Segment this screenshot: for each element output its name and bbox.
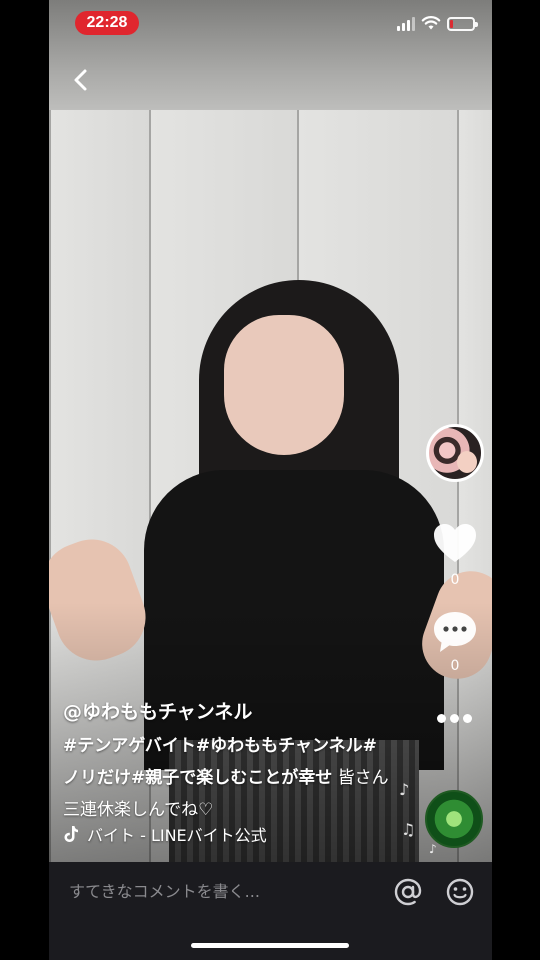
cellular-signal-icon — [397, 17, 417, 31]
author-avatar[interactable] — [426, 424, 484, 482]
comment-input[interactable]: すてきなコメントを書く... — [69, 878, 369, 906]
avatar-face — [457, 451, 477, 473]
comment-count: 0 — [450, 658, 460, 674]
ellipsis-icon[interactable] — [437, 706, 473, 730]
status-bar: 22:28 — [49, 0, 492, 44]
at-sign-icon[interactable] — [393, 877, 423, 907]
music-note-icon: ♪ — [399, 780, 410, 799]
song-link[interactable]: バイト - LINEバイト公式 — [63, 822, 267, 846]
speech-bubble-icon[interactable] — [431, 608, 479, 656]
song-title: バイト - LINEバイト公式 — [87, 826, 267, 845]
chevron-left-icon[interactable] — [67, 66, 95, 94]
wifi-icon — [421, 16, 441, 30]
status-time: 22:28 — [75, 11, 139, 35]
phone-screen: 22:28 0 0 ♪ ♫ ♪ @ゆわももチャンネル #テンアゲバイト#ゆわもも… — [49, 0, 492, 960]
author-name[interactable]: @ゆわももチャンネル — [63, 697, 252, 724]
battery-level — [450, 20, 453, 28]
music-disc[interactable] — [425, 790, 483, 848]
tiktok-note-icon — [64, 826, 78, 842]
music-note-icon: ♪ — [429, 842, 437, 856]
smiley-icon[interactable] — [445, 877, 475, 907]
like-count: 0 — [450, 572, 460, 588]
home-indicator[interactable] — [191, 943, 349, 948]
heart-icon[interactable] — [431, 520, 479, 568]
video-caption: #テンアゲバイト#ゆわももチャンネル#ノリだけ#親子で楽しむことが幸せ 皆さん三… — [63, 730, 393, 826]
music-note-icon: ♫ — [401, 820, 416, 839]
caption-hashtags[interactable]: #テンアゲバイト#ゆわももチャンネル#ノリだけ#親子で楽しむことが幸せ — [63, 736, 377, 788]
left-letterbox — [0, 0, 49, 960]
battery-icon — [447, 17, 478, 31]
video-subject-face — [224, 315, 344, 455]
right-letterbox — [492, 0, 540, 960]
